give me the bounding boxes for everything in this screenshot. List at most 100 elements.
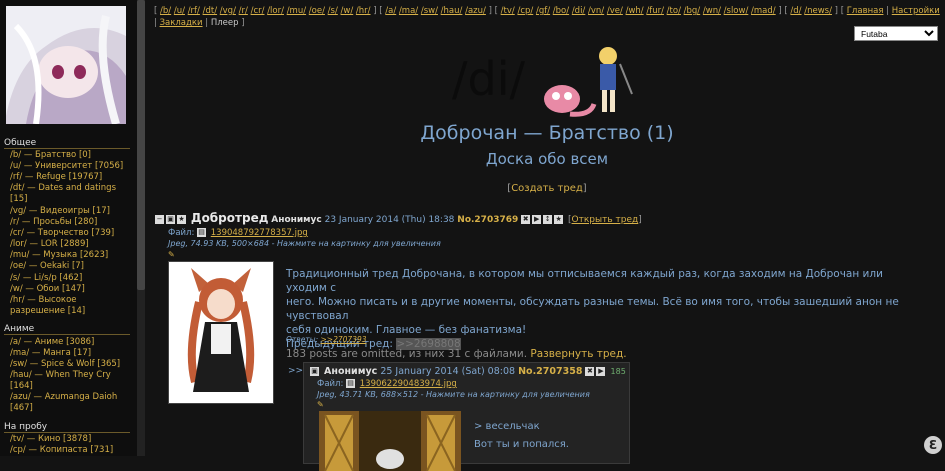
- nav-board-ma[interactable]: /ma/: [399, 6, 418, 16]
- nav-board-rf[interactable]: /rf/: [188, 6, 200, 16]
- sidebar-item-mu[interactable]: /mu/ — Музыка [2623]: [10, 250, 130, 261]
- sidebar-scrollbar-thumb[interactable]: [137, 0, 145, 290]
- reply-arrow: >>: [288, 366, 304, 376]
- nav-board-a[interactable]: /a/: [385, 6, 396, 16]
- sidebar-item-hr[interactable]: /hr/ — Высокое: [10, 295, 130, 306]
- sidebar-item-r[interactable]: /r/ — Просьбы [280]: [10, 217, 130, 228]
- board-subtitle: Доска обо всем: [485, 150, 609, 168]
- nav-board-d[interactable]: /d/: [790, 6, 801, 16]
- op-date: 23 January 2014 (Thu) 18:38: [324, 215, 455, 225]
- delete-icon[interactable]: ✖: [521, 215, 531, 224]
- sidebar-item-hr-count[interactable]: разрешение [14]: [10, 306, 130, 317]
- open-thread-link[interactable]: Открыть тред: [572, 215, 639, 225]
- reply-post-number[interactable]: No.2707358: [518, 366, 582, 377]
- sidebar-item-sw[interactable]: /sw/ — Spice & Wolf [365]: [10, 359, 130, 370]
- op-post-number[interactable]: No.2703769: [457, 215, 518, 225]
- play-icon[interactable]: ▶: [532, 215, 542, 224]
- nav-board-dt[interactable]: /dt/: [203, 6, 217, 16]
- sidebar-item-s[interactable]: /s/ — Li/s/p [462]: [10, 273, 130, 284]
- sidebar-item-azu[interactable]: /azu/ — Azumanga Daioh: [10, 392, 130, 403]
- nav-board-b[interactable]: /b/: [160, 6, 171, 16]
- nav-board-hr[interactable]: /hr/: [356, 6, 371, 16]
- nav-board-r[interactable]: /r/: [239, 6, 248, 16]
- op-text-line: него. Можно писать и в другие моменты, о…: [286, 296, 899, 322]
- sidebar-item-hau-count[interactable]: [164]: [10, 381, 130, 392]
- sidebar-item-u[interactable]: /u/ — Университет [7056]: [10, 161, 130, 172]
- reply-link[interactable]: >>2707393: [321, 335, 367, 344]
- star-icon[interactable]: ★: [554, 215, 564, 224]
- edit-icon[interactable]: ✎: [317, 400, 324, 409]
- nav-link-1[interactable]: Настройки: [892, 6, 940, 16]
- sidebar-item-cr[interactable]: /cr/ — Творчество [739]: [10, 228, 130, 239]
- op-thumbnail[interactable]: [168, 261, 274, 404]
- sidebar-item-hau[interactable]: /hau/ — When They Cry: [10, 370, 130, 381]
- nav-board-gf[interactable]: /gf/: [536, 6, 550, 16]
- sidebar-item-w[interactable]: /w/ — Обои [147]: [10, 284, 130, 295]
- sidebar-item-azu-count[interactable]: [467]: [10, 403, 130, 414]
- nav-board-mad[interactable]: /mad/: [751, 6, 776, 16]
- board-logo: /di/: [452, 52, 525, 106]
- style-select[interactable]: Futaba: [854, 26, 938, 41]
- sidebar-item-lor[interactable]: /lor/ — LOR [2889]: [10, 239, 130, 250]
- nav-board-wn[interactable]: /wn/: [703, 6, 721, 16]
- site-logo-image[interactable]: [6, 6, 126, 124]
- nav-board-hau[interactable]: /hau/: [441, 6, 463, 16]
- nav-board-fur[interactable]: /fur/: [646, 6, 664, 16]
- sidebar-item-dt[interactable]: /dt/ — Dates and datings: [10, 183, 130, 194]
- sidebar-item-vg[interactable]: /vg/ — Видеоигры [17]: [10, 206, 130, 217]
- star-icon[interactable]: ★: [177, 215, 186, 224]
- nav-board-azu[interactable]: /azu/: [465, 6, 486, 16]
- nav-board-to[interactable]: /to/: [667, 6, 681, 16]
- delete-icon[interactable]: ✖: [585, 367, 595, 376]
- nav-board-slow[interactable]: /slow/: [724, 6, 749, 16]
- sort-icon[interactable]: ↕: [543, 215, 553, 224]
- nav-link-3[interactable]: Плеер: [211, 18, 239, 28]
- expand-thread-link[interactable]: Развернуть тред.: [530, 348, 626, 360]
- nav-board-tv[interactable]: /tv/: [501, 6, 515, 16]
- reply-image-icon[interactable]: ▣: [310, 367, 319, 376]
- reply-thumbnail[interactable]: [319, 411, 461, 471]
- nav-board-bg[interactable]: /bg/: [684, 6, 701, 16]
- file-icon[interactable]: ▤: [197, 228, 207, 237]
- sidebar-item-oe[interactable]: /oe/ — Oekaki [7]: [10, 261, 130, 272]
- create-thread-link[interactable]: Создать тред: [511, 183, 583, 194]
- nav-board-vn[interactable]: /vn/: [588, 6, 604, 16]
- nav-board-w[interactable]: /w/: [341, 6, 354, 16]
- nav-board-oe[interactable]: /oe/: [309, 6, 325, 16]
- sidebar-item-rf[interactable]: /rf/ — Refuge [19767]: [10, 172, 130, 183]
- nav-board-ve[interactable]: /ve/: [607, 6, 623, 16]
- nav-board-sw[interactable]: /sw/: [421, 6, 438, 16]
- nav-board-lor[interactable]: /lor/: [267, 6, 284, 16]
- edit-icon[interactable]: ✎: [168, 250, 175, 259]
- file-icon[interactable]: ▤: [346, 379, 356, 388]
- nav-board-di[interactable]: /di/: [572, 6, 586, 16]
- nav-board-cp[interactable]: /cp/: [517, 6, 533, 16]
- nav-board-wh[interactable]: /wh/: [626, 6, 644, 16]
- reply-file-link[interactable]: 139062290483974.jpg: [360, 379, 457, 389]
- collapse-icon[interactable]: −: [155, 215, 164, 224]
- nav-board-vg[interactable]: /vg/: [220, 6, 236, 16]
- nav-board-bo[interactable]: /bo/: [553, 6, 569, 16]
- nav-board-u[interactable]: /u/: [174, 6, 185, 16]
- nav-link-2[interactable]: Закладки: [160, 18, 203, 28]
- sidebar-item-ma[interactable]: /ma/ — Манга [17]: [10, 348, 130, 359]
- nav-board-s[interactable]: /s/: [328, 6, 338, 16]
- play-icon[interactable]: ▶: [596, 367, 606, 376]
- file-label: Файл:: [317, 379, 344, 389]
- site-badge-icon[interactable]: Ɛ: [924, 436, 942, 454]
- sidebar-item-cp[interactable]: /cp/ — Копипаста [731]: [10, 445, 130, 456]
- sidebar-item-tv[interactable]: /tv/ — Кино [3878]: [10, 434, 130, 445]
- sidebar-item-dt-count[interactable]: [15]: [10, 194, 130, 205]
- sidebar-item-b[interactable]: /b/ — Братство [0]: [10, 150, 130, 161]
- sidebar-item-a[interactable]: /a/ — Аниме [3086]: [10, 337, 130, 348]
- nav-board-news[interactable]: /news/: [804, 6, 832, 16]
- op-file-meta: Jpeg, 74.93 KB, 500×684 - Нажмите на кар…: [168, 239, 441, 248]
- nav-board-mu[interactable]: /mu/: [287, 6, 306, 16]
- thread-image-icon[interactable]: ▣: [166, 215, 175, 224]
- reply-date: 25 January 2014 (Sat) 08:08: [380, 366, 516, 377]
- board-navigation: [ /b/ /u/ /rf/ /dt/ /vg/ /r/ /cr/ /lor/ …: [154, 6, 940, 28]
- nav-link-0[interactable]: Главная: [847, 6, 884, 16]
- op-file-link[interactable]: 139048792778357.jpg: [211, 228, 308, 238]
- nav-board-cr[interactable]: /cr/: [251, 6, 265, 16]
- reply-poster-name: Анонимус: [324, 366, 378, 377]
